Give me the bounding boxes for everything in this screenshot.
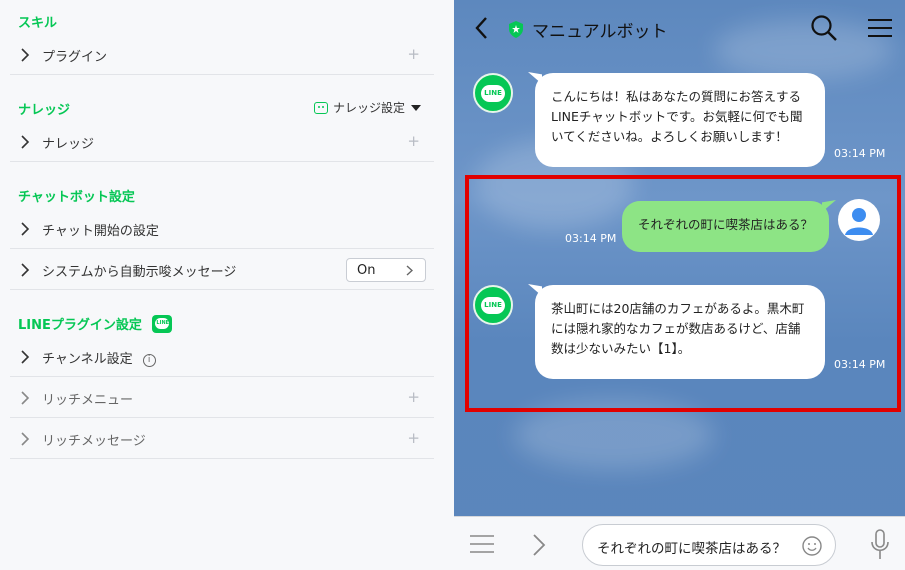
keyboard-menu-icon[interactable] xyxy=(470,535,494,553)
message-input[interactable]: それぞれの町に喫茶店はある？ xyxy=(582,524,836,566)
knowledge-setting-dropdown[interactable]: ナレッジ設定 xyxy=(314,99,422,116)
search-icon[interactable] xyxy=(810,14,838,42)
row-label: リッチメニュー xyxy=(42,393,134,408)
chat-title-text: マニュアルボット xyxy=(532,22,668,42)
message-time: 03:14 PM xyxy=(834,147,886,160)
knowledge-setting-label: ナレッジ設定 xyxy=(333,101,406,115)
message-input-value: それぞれの町に喫茶店はある？ xyxy=(597,541,786,557)
hamburger-menu-icon[interactable] xyxy=(868,18,892,38)
back-arrow-icon[interactable] xyxy=(474,16,488,40)
row-label: チャンネル設定 i xyxy=(42,348,156,367)
chevron-right-icon xyxy=(20,432,32,446)
line-logo-icon xyxy=(152,315,173,333)
section-title-line-plugin: LINEプラグイン設定 xyxy=(18,314,173,333)
add-icon[interactable]: + xyxy=(407,132,420,150)
settings-panel: スキル プラグイン + ナレッジ ナレッジ設定 ナレッジ + チャットボット設定… xyxy=(0,0,454,570)
row-label: システムから自動示唆メッセージ xyxy=(42,265,237,280)
row-chat-start[interactable]: チャット開始の設定 xyxy=(10,209,434,249)
caret-down-icon xyxy=(411,104,422,111)
row-label: ナレッジ xyxy=(42,137,95,152)
chevron-right-icon xyxy=(20,263,32,277)
select-value: On xyxy=(357,263,376,278)
chevron-right-icon xyxy=(20,135,32,149)
system-suggest-select[interactable]: On xyxy=(346,258,426,282)
emoji-icon[interactable] xyxy=(801,535,823,557)
row-knowledge[interactable]: ナレッジ + xyxy=(10,122,434,162)
chat-header: マニュアルボット xyxy=(454,0,905,58)
incoming-message: こんにちは！私はあなたの質問にお答えするLINEチャットボットです。お気軽に何で… xyxy=(535,73,825,167)
section-title-knowledge: ナレッジ xyxy=(18,103,71,118)
add-icon[interactable]: + xyxy=(407,429,420,447)
section-title-chatbot: チャットボット設定 xyxy=(18,190,135,205)
row-label: チャット開始の設定 xyxy=(42,224,159,239)
chevron-right-icon[interactable] xyxy=(532,533,546,557)
chat-input-bar: それぞれの町に喫茶店はある？ xyxy=(454,516,905,570)
chevron-right-icon xyxy=(20,350,32,364)
chat-title: マニュアルボット xyxy=(508,17,668,42)
verified-shield-icon xyxy=(509,21,523,38)
add-icon[interactable]: + xyxy=(407,45,420,63)
row-rich-message[interactable]: リッチメッセージ + xyxy=(10,419,434,459)
chevron-right-icon xyxy=(406,265,413,276)
bot-avatar: LINE xyxy=(473,73,513,113)
microphone-icon[interactable] xyxy=(870,529,890,561)
section-title-skill: スキル xyxy=(18,16,58,31)
row-label: リッチメッセージ xyxy=(42,434,146,449)
row-channel-setting[interactable]: チャンネル設定 i xyxy=(10,337,434,377)
chevron-right-icon xyxy=(20,391,32,405)
highlight-box xyxy=(465,175,901,412)
row-system-suggest[interactable]: システムから自動示唆メッセージ On xyxy=(10,250,434,290)
chevron-right-icon xyxy=(20,222,32,236)
add-icon[interactable]: + xyxy=(407,388,420,406)
bot-icon xyxy=(314,101,328,114)
row-plugin[interactable]: プラグイン + xyxy=(10,35,434,75)
chevron-right-icon xyxy=(20,48,32,62)
info-icon[interactable]: i xyxy=(142,354,156,367)
row-rich-menu[interactable]: リッチメニュー + xyxy=(10,378,434,418)
row-label: プラグイン xyxy=(42,50,108,65)
section-title-text: LINEプラグイン設定 xyxy=(18,318,142,333)
